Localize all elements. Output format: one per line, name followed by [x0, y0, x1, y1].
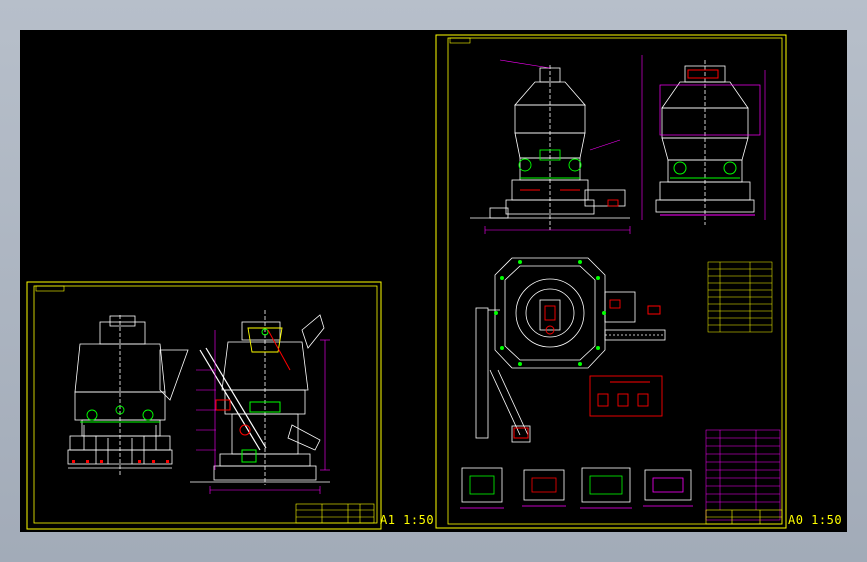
a0-conveyor — [475, 307, 531, 443]
a0-corner-tag — [449, 37, 471, 44]
cad-viewport[interactable]: A1 1:50 A0 1:50 — [20, 30, 847, 532]
a1-scale-label: A1 1:50 — [380, 513, 435, 527]
a1-corner-tag — [35, 285, 65, 292]
a0-scale-label: A0 1:50 — [788, 513, 843, 527]
a0-side-accents — [641, 55, 766, 220]
a0-title-block — [705, 509, 783, 525]
a0-detail-views — [460, 467, 693, 509]
a1-mill-section-right — [190, 310, 330, 485]
sheet-a1 — [26, 281, 382, 530]
a0-front-elevation — [470, 65, 630, 230]
a0-parts-table-lower — [705, 429, 781, 521]
a0-small-part — [647, 305, 661, 315]
a0-inner-frame — [447, 37, 783, 525]
a0-parts-table-upper — [707, 261, 773, 333]
a1-outer-frame — [26, 281, 382, 530]
a0-plan-accents — [494, 260, 606, 366]
a1-mill-elevation-left — [67, 315, 189, 475]
a0-front-red — [520, 189, 619, 207]
drawing-svg — [26, 34, 787, 530]
a1-inner-frame — [33, 285, 378, 524]
a0-schematic — [589, 375, 663, 417]
a0-plan-red — [544, 299, 621, 335]
a0-plan-view — [494, 257, 666, 369]
a1-mill-details-left — [72, 460, 169, 463]
sheet-a0 — [435, 34, 787, 529]
a1-title-block — [295, 503, 375, 524]
